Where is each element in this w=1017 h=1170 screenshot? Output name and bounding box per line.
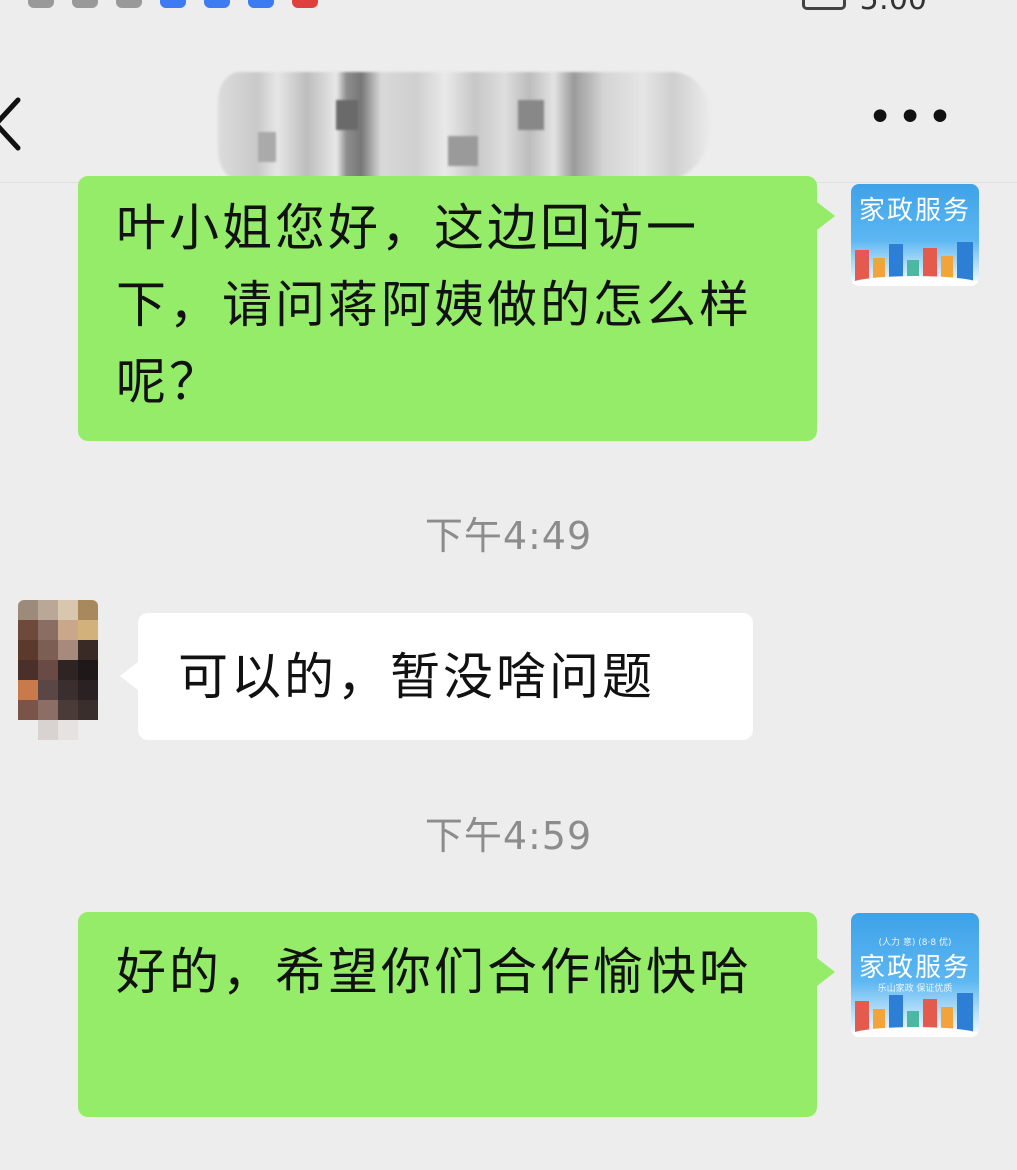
status-icons-left xyxy=(28,0,318,8)
app-notification-icon xyxy=(248,0,274,8)
city-skyline-icon xyxy=(851,993,979,1037)
brand-avatar-label: 家政服务 xyxy=(858,196,971,226)
message-timestamp: 下午4:49 xyxy=(424,514,593,558)
sim-icon xyxy=(28,0,54,8)
brand-avatar-label: 家政服务 xyxy=(858,953,971,983)
wifi-icon xyxy=(116,0,142,8)
message-bubble-sent[interactable]: 叶小姐您好，这边回访一下，请问蒋阿姨做的怎么样呢？ xyxy=(78,176,817,441)
back-button[interactable] xyxy=(0,94,22,151)
app-notification-icon xyxy=(292,0,318,8)
app-notification-icon xyxy=(204,0,230,8)
message-bubble-sent[interactable]: 好的，希望你们合作愉快哈 xyxy=(78,912,817,1117)
message-text: 好的，希望你们合作愉快哈 xyxy=(116,943,752,1001)
chat-header: ••• xyxy=(0,40,1017,183)
signal-icon xyxy=(72,0,98,8)
message-text: 可以的，暂没啥问题 xyxy=(178,648,655,706)
user-avatar[interactable] xyxy=(18,600,98,740)
message-timestamp: 下午4:59 xyxy=(424,814,593,858)
more-horizontal-icon: ••• xyxy=(867,92,957,143)
chat-screen: 5:00 ••• 叶小姐您好，这边回访一下，请问蒋阿姨做的怎么样呢？ 家政服务 xyxy=(0,0,1017,1170)
chat-title-redacted xyxy=(218,72,712,180)
bubble-tail xyxy=(817,958,835,986)
status-bar: 5:00 xyxy=(0,0,1017,16)
more-button[interactable]: ••• xyxy=(867,96,957,140)
battery-icon xyxy=(801,0,846,10)
bubble-tail xyxy=(120,662,138,690)
status-icons-right: 5:00 xyxy=(801,0,927,15)
city-skyline-icon xyxy=(851,242,979,286)
app-notification-icon xyxy=(160,0,186,8)
brand-avatar[interactable]: 家政服务 xyxy=(851,184,979,286)
message-bubble-received[interactable]: 可以的，暂没啥问题 xyxy=(138,613,753,740)
status-time: 5:00 xyxy=(860,0,927,15)
bubble-tail xyxy=(817,202,835,230)
chevron-left-icon xyxy=(0,97,21,151)
message-text: 叶小姐您好，这边回访一下，请问蒋阿姨做的怎么样呢？ xyxy=(116,199,752,411)
brand-avatar[interactable]: (人力 意) (8·8 优) 家政服务 乐山家政 保证优质 xyxy=(851,913,979,1037)
